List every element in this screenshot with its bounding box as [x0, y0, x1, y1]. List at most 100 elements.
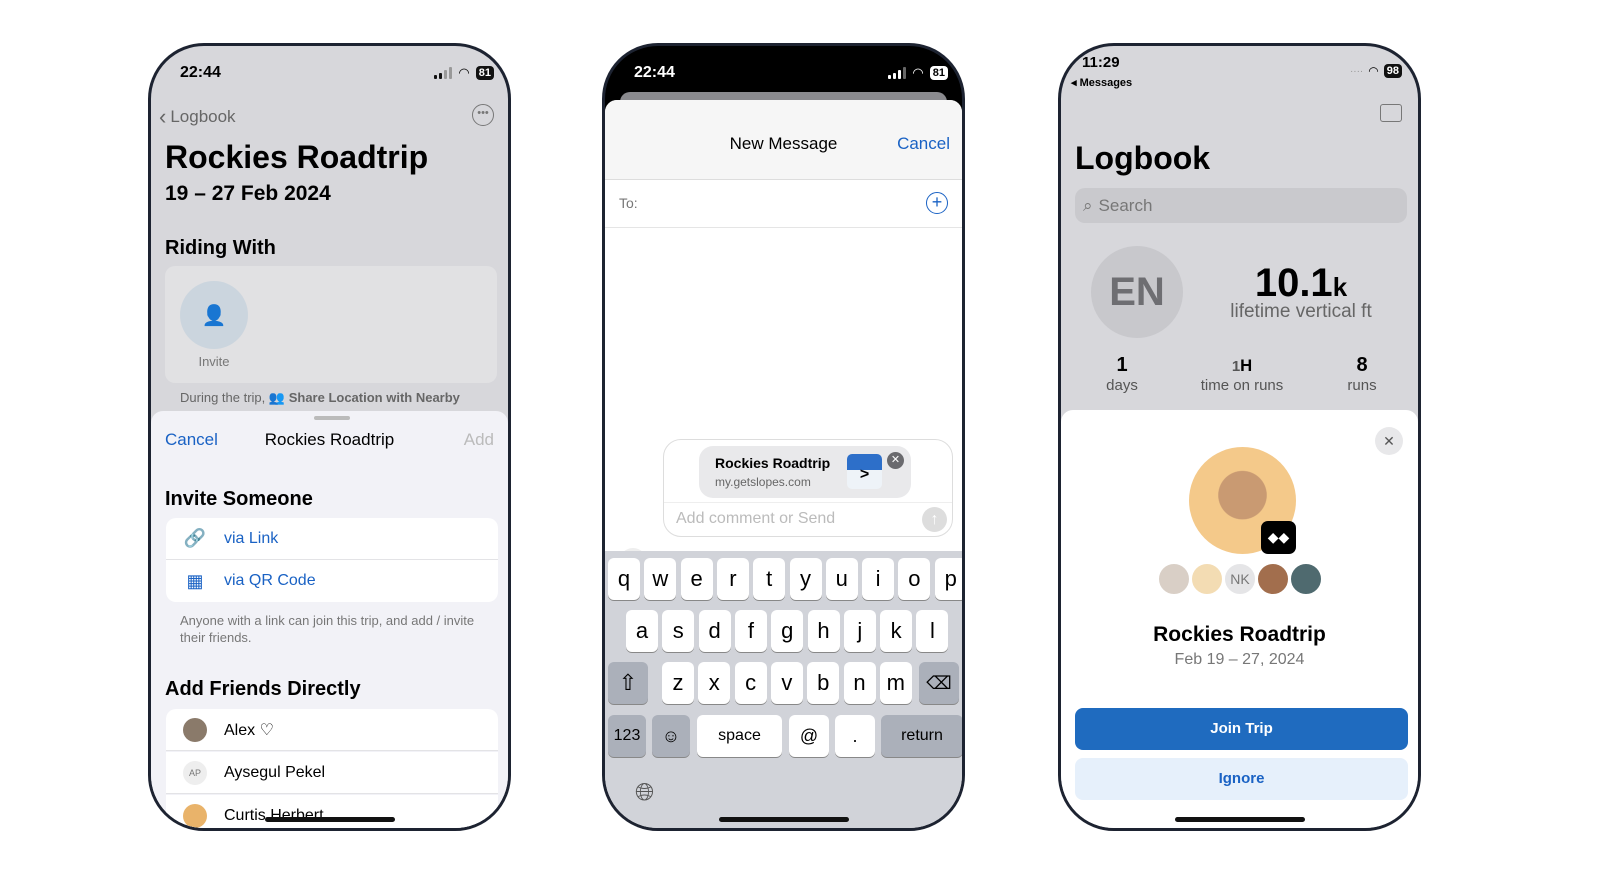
wifi-icon: ◠: [1368, 64, 1379, 78]
cancel-button[interactable]: Cancel: [897, 134, 950, 154]
key-k[interactable]: k: [880, 610, 913, 652]
wifi-icon: ◠: [912, 65, 924, 80]
nearby-icon: 👥: [268, 390, 286, 405]
key-d[interactable]: d: [698, 610, 731, 652]
friend-name: Aysegul Pekel: [224, 763, 326, 781]
key-s[interactable]: s: [662, 610, 695, 652]
shift-key[interactable]: ⇧: [608, 662, 648, 704]
sheet-title: Rockies Roadtrip: [264, 430, 395, 449]
via-qr-row[interactable]: ▦ via QR Code: [166, 560, 498, 602]
slopes-app-icon: >: [847, 454, 882, 489]
key-g[interactable]: g: [771, 610, 804, 652]
via-link-row[interactable]: 🔗 via Link: [166, 518, 498, 560]
close-icon[interactable]: ✕: [1375, 427, 1403, 455]
battery-icon: 81: [475, 66, 494, 80]
friend-row[interactable]: Alex ♡: [166, 709, 498, 751]
key-h[interactable]: h: [807, 610, 840, 652]
status-icons: ◠ 81: [888, 65, 948, 81]
search-icon: ⌕: [1083, 195, 1093, 215]
space-key[interactable]: space: [697, 715, 782, 757]
at-key[interactable]: @: [789, 715, 829, 757]
key-v[interactable]: v: [770, 662, 803, 704]
key-j[interactable]: j: [843, 610, 876, 652]
add-friends-heading: Add Friends Directly: [165, 678, 361, 700]
key-b[interactable]: b: [807, 662, 840, 704]
trip-dates: 19 – 27 Feb 2024: [165, 182, 331, 205]
to-field[interactable]: To: +: [605, 180, 962, 228]
calendar-add-icon[interactable]: [1380, 104, 1402, 122]
link-icon: 🔗: [183, 528, 207, 548]
key-u[interactable]: u: [825, 558, 858, 600]
globe-icon[interactable]: 🌐︎: [635, 779, 654, 807]
status-time: 22:44: [180, 64, 221, 81]
remove-attachment-icon[interactable]: ✕: [887, 452, 904, 469]
invite-someone-heading: Invite Someone: [165, 488, 313, 510]
friend-row[interactable]: Curtis Herbert: [166, 795, 498, 828]
friend-name: Curtis Herbert: [224, 807, 324, 824]
stat-runs: 8 runs: [1347, 354, 1377, 394]
key-f[interactable]: f: [734, 610, 767, 652]
key-a[interactable]: a: [626, 610, 658, 652]
sheet-handle[interactable]: [314, 416, 350, 420]
key-c[interactable]: c: [734, 662, 767, 704]
wifi-icon: ◠: [458, 65, 470, 80]
avatar: [183, 804, 207, 828]
add-person-icon: 👤: [201, 304, 227, 327]
trip-title: Rockies Roadtrip: [165, 139, 429, 175]
back-label: Logbook: [170, 107, 236, 126]
key-e[interactable]: e: [680, 558, 713, 600]
back-button[interactable]: ‹ Logbook: [159, 104, 236, 130]
participant-avatar: [1157, 562, 1191, 596]
battery-icon: 81: [929, 66, 948, 80]
comment-input[interactable]: Add comment or Send: [676, 510, 835, 528]
more-icon[interactable]: •••: [472, 104, 494, 126]
key-n[interactable]: n: [843, 662, 876, 704]
compose-sheet: New Message Cancel To: + + Rockies Roadt…: [605, 100, 962, 828]
friend-row[interactable]: AP Aysegul Pekel: [166, 752, 498, 794]
status-icons: ···· ◠ 98: [1350, 64, 1402, 78]
back-to-messages[interactable]: ◂ Messages: [1071, 76, 1132, 89]
riding-with-card: 👤 Invite: [165, 266, 497, 383]
share-location-link[interactable]: Share Location with Nearby: [289, 390, 460, 405]
key-i[interactable]: i: [862, 558, 895, 600]
key-q[interactable]: q: [608, 558, 640, 600]
profile-avatar[interactable]: EN: [1091, 246, 1183, 338]
key-o[interactable]: o: [898, 558, 931, 600]
delete-key[interactable]: ⌫: [919, 662, 959, 704]
link-preview-card[interactable]: Rockies Roadtrip my.getslopes.com > ✕: [699, 446, 911, 498]
signal-icon: [888, 67, 907, 79]
add-button[interactable]: Add: [464, 430, 494, 450]
emoji-key[interactable]: ☺: [652, 715, 690, 757]
home-indicator: [718, 817, 849, 822]
send-arrow-icon[interactable]: ↑: [922, 507, 947, 532]
return-key[interactable]: return: [881, 715, 962, 757]
trip-title: Rockies Roadtrip: [1153, 623, 1326, 646]
participants: NK: [1157, 562, 1327, 600]
message-compose-box[interactable]: Rockies Roadtrip my.getslopes.com > ✕ Ad…: [663, 439, 953, 537]
dot-key[interactable]: .: [835, 715, 875, 757]
key-r[interactable]: r: [716, 558, 749, 600]
join-trip-button[interactable]: Join Trip: [1075, 708, 1408, 750]
vertical-value: 10.1k: [1254, 261, 1348, 305]
key-z[interactable]: z: [662, 662, 694, 704]
invite-label: Invite: [198, 354, 230, 369]
key-t[interactable]: t: [753, 558, 786, 600]
phone-trip-detail: 22:44 ◠ 81 ‹ Logbook ••• Rockies Roadtrip…: [148, 43, 511, 831]
trip-invite-sheet: ✕ ◆◆ NK Rockies Roadtrip Feb 19 – 27, 20…: [1061, 410, 1418, 828]
ignore-button[interactable]: Ignore: [1075, 758, 1408, 800]
numbers-key[interactable]: 123: [608, 715, 646, 757]
riding-with-heading: Riding With: [165, 237, 276, 259]
add-contact-icon[interactable]: +: [926, 192, 948, 214]
invite-button[interactable]: 👤: [180, 281, 248, 349]
key-m[interactable]: m: [879, 662, 912, 704]
key-l[interactable]: l: [916, 610, 949, 652]
phone-new-message: 22:44 ◠ 81 New Message Cancel To: + + Ro…: [602, 43, 965, 831]
key-w[interactable]: w: [644, 558, 677, 600]
participant-avatar: NK: [1223, 562, 1257, 596]
key-p[interactable]: p: [934, 558, 962, 600]
battery-icon: 98: [1383, 64, 1402, 78]
signal-icon: [434, 67, 453, 79]
key-y[interactable]: y: [789, 558, 822, 600]
key-x[interactable]: x: [698, 662, 731, 704]
search-input[interactable]: ⌕ Search: [1075, 188, 1407, 223]
